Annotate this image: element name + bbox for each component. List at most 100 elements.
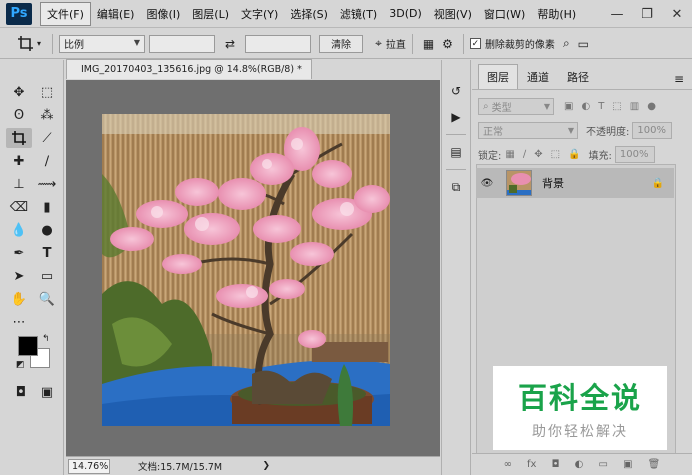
actions-panel-icon[interactable]: ▶ [442, 106, 470, 128]
opacity-field[interactable]: 100% [632, 121, 673, 139]
tools-panel: ✥ ⬚ ʘ ⁂ ⟋ ✚ ∕ ⊥ ⟿ ⌫ ▮ 💧 ● ✒ T ➤ ▭ ✋ 🔍 ⋯ … [0, 60, 64, 475]
dodge-tool-icon[interactable]: ● [34, 220, 60, 240]
healing-brush-tool-icon[interactable]: ✚ [6, 151, 32, 171]
straighten-icon[interactable]: ⌖ [371, 36, 386, 51]
clone-stamp-tool-icon[interactable]: ⊥ [6, 174, 32, 194]
filter-smart-object-icon[interactable]: ▥ [630, 101, 639, 112]
lock-transparent-icon[interactable]: ▦ [505, 149, 514, 160]
layer-lock-icon[interactable]: 🔒 [652, 178, 664, 189]
divider [446, 169, 466, 170]
layer-name[interactable]: 背景 [542, 175, 564, 191]
brush-tool-icon[interactable]: ∕ [34, 151, 60, 171]
canvas-area[interactable] [66, 80, 440, 456]
search-icon[interactable]: ⌕ [559, 36, 574, 51]
document-image[interactable] [102, 114, 390, 426]
blur-tool-icon[interactable]: 💧 [6, 220, 32, 240]
new-layer-icon[interactable]: ▣ [623, 459, 632, 470]
eraser-tool-icon[interactable]: ⌫ [6, 197, 32, 217]
menu-edit[interactable]: 编辑(E) [91, 3, 141, 25]
tab-channels[interactable]: 通道 [518, 64, 558, 89]
delete-cropped-label[interactable]: 删除裁剪的像素 [485, 36, 555, 51]
menu-file[interactable]: 文件(F) [40, 1, 91, 26]
restore-button[interactable]: ❐ [632, 0, 662, 28]
fill-field[interactable]: 100% [614, 145, 655, 163]
menu-type[interactable]: 文字(Y) [235, 3, 284, 25]
history-panel-icon[interactable]: ↺ [442, 80, 470, 102]
path-selection-tool-icon[interactable]: ➤ [6, 266, 32, 286]
rectangle-tool-icon[interactable]: ▭ [34, 266, 60, 286]
lock-position-icon[interactable]: ✥ [534, 149, 542, 160]
gradient-tool-icon[interactable]: ▮ [34, 197, 60, 217]
gear-icon[interactable]: ⚙ [438, 37, 457, 51]
panel-menu-icon[interactable]: ≡ [674, 72, 684, 86]
libraries-panel-icon[interactable]: ⧉ [442, 176, 470, 198]
link-layers-icon[interactable]: ∞ [504, 459, 512, 470]
close-document-icon[interactable]: × [310, 64, 311, 75]
document-tab[interactable]: IMG_20170403_135616.jpg @ 14.8%(RGB/8) *… [66, 59, 312, 79]
close-button[interactable]: ✕ [662, 0, 692, 28]
lock-row: 锁定: ▦ ∕ ✥ ⬚ 🔒 填充: 100% [472, 142, 692, 166]
layer-filter-select[interactable]: ⌕ 类型 ▼ [478, 97, 554, 115]
crop-tool-icon[interactable] [6, 128, 32, 148]
menu-help[interactable]: 帮助(H) [531, 3, 582, 25]
menu-filter[interactable]: 滤镜(T) [334, 3, 383, 25]
lock-all-icon[interactable]: 🔒 [568, 149, 580, 160]
magic-wand-tool-icon[interactable]: ⁂ [34, 105, 60, 125]
photoshop-window: Ps 文件(F) 编辑(E) 图像(I) 图层(L) 文字(Y) 选择(S) 滤… [0, 0, 692, 475]
straighten-label[interactable]: 拉直 [386, 36, 406, 51]
grid-overlay-icon[interactable]: ▦ [419, 37, 438, 51]
ratio-select[interactable]: 比例 ▼ [59, 34, 145, 53]
layer-style-icon[interactable]: fx [527, 459, 536, 470]
add-mask-icon[interactable]: ◘ [552, 459, 560, 470]
menu-view[interactable]: 视图(V) [428, 3, 478, 25]
delete-cropped-checkbox[interactable]: ✓ [469, 38, 481, 49]
type-tool-icon[interactable]: T [34, 243, 60, 263]
menu-3d[interactable]: 3D(D) [383, 4, 428, 23]
status-menu-arrow-icon[interactable]: ❯ [262, 461, 270, 471]
menu-layer[interactable]: 图层(L) [186, 3, 235, 25]
move-tool-icon[interactable]: ✥ [6, 82, 32, 102]
lock-pixels-icon[interactable]: ∕ [523, 149, 526, 160]
zoom-tool-icon[interactable]: 🔍 [34, 289, 60, 309]
more-tools-icon[interactable]: ⋯ [6, 312, 32, 332]
tab-paths[interactable]: 路径 [558, 64, 598, 89]
tab-layers[interactable]: 图层 [478, 64, 518, 89]
swap-icon[interactable]: ⇄ [221, 37, 239, 51]
color-swatches: ↰ ◩ [16, 334, 60, 374]
adjustment-layer-icon[interactable]: ◐ [575, 459, 584, 470]
quick-mask-icon[interactable]: ◘ [8, 382, 34, 402]
swap-colors-icon[interactable]: ↰ [42, 334, 50, 344]
filter-type-icon[interactable]: T [598, 101, 604, 112]
pen-tool-icon[interactable]: ✒ [6, 243, 32, 263]
filter-toggle-icon[interactable]: ● [647, 101, 656, 112]
filter-adjustment-icon[interactable]: ◐ [581, 101, 590, 112]
eyedropper-tool-icon[interactable]: ⟋ [34, 128, 60, 148]
delete-layer-icon[interactable]: 🗑 [648, 459, 661, 470]
height-input[interactable] [245, 34, 312, 53]
blend-mode-select[interactable]: 正常 ▼ [478, 121, 578, 139]
menu-select[interactable]: 选择(S) [284, 3, 334, 25]
layer-row-background[interactable]: 👁 背景 🔒 [476, 168, 674, 198]
width-input[interactable] [149, 34, 215, 53]
history-brush-tool-icon[interactable]: ⟿ [34, 174, 60, 194]
clear-button[interactable]: 清除 [319, 34, 364, 53]
minimize-button[interactable]: — [602, 0, 632, 28]
layer-filter-value: 类型 [491, 102, 512, 114]
zoom-level-field[interactable]: 14.76% [68, 458, 110, 474]
default-colors-icon[interactable]: ◩ [16, 360, 25, 370]
marquee-tool-icon[interactable]: ⬚ [34, 82, 60, 102]
filter-shape-icon[interactable]: ⬚ [612, 101, 621, 112]
screen-mode-icon[interactable]: ▣ [34, 382, 60, 402]
menu-window[interactable]: 窗口(W) [478, 3, 531, 25]
hand-tool-icon[interactable]: ✋ [6, 289, 32, 309]
properties-panel-icon[interactable]: ▤ [442, 141, 470, 163]
new-group-icon[interactable]: ▭ [599, 459, 608, 470]
layer-visibility-eye-icon[interactable]: 👁 [476, 178, 498, 189]
crop-tool-preset-icon[interactable]: ▾ [12, 32, 46, 56]
menu-image[interactable]: 图像(I) [140, 3, 186, 25]
workspace-icon[interactable]: ▭ [574, 37, 593, 51]
lasso-tool-icon[interactable]: ʘ [6, 105, 32, 125]
filter-pixel-icon[interactable]: ▣ [564, 101, 573, 112]
lock-artboard-icon[interactable]: ⬚ [551, 149, 560, 160]
foreground-color[interactable] [18, 336, 38, 356]
